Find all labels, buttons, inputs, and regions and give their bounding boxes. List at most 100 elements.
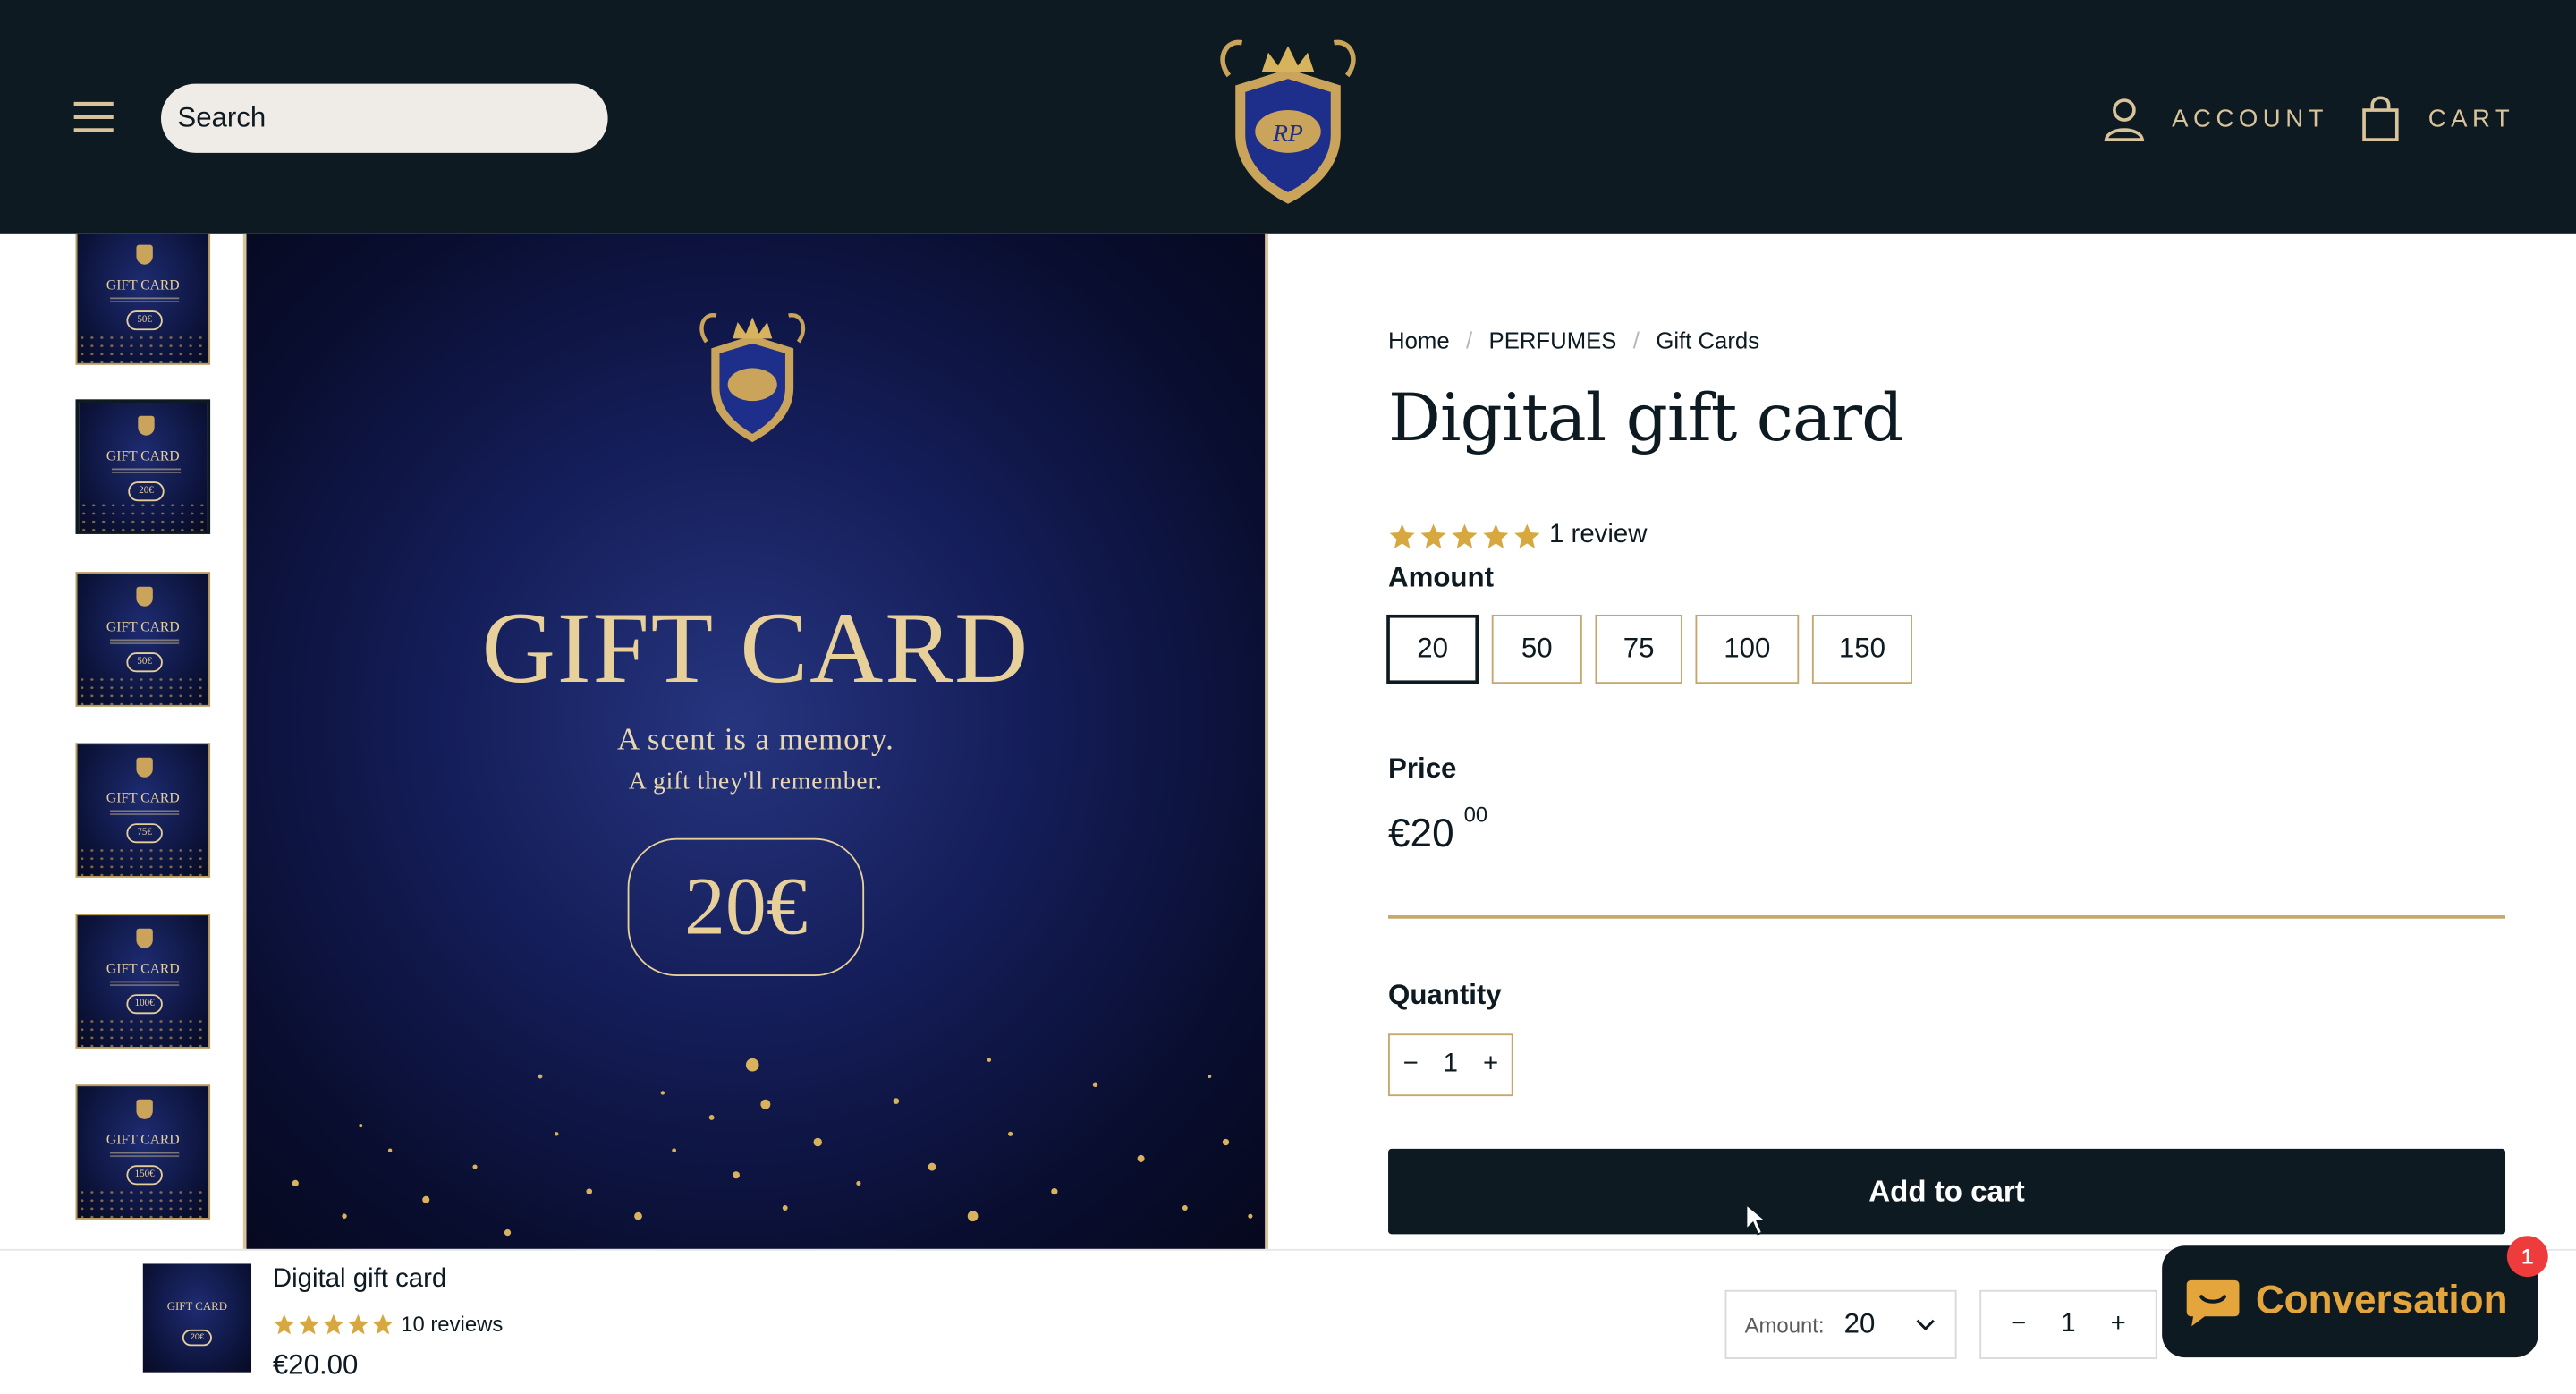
quantity-decrease-button[interactable]: − (1403, 1050, 1419, 1080)
breadcrumb-current[interactable]: Gift Cards (1656, 327, 1759, 353)
star-icon (1483, 523, 1509, 548)
sticky-amount-value: 20 (1843, 1308, 1876, 1339)
gold-dust (77, 1016, 209, 1048)
thumbnail[interactable]: GIFT CARD 75€ (75, 743, 211, 878)
account-label: ACCOUNT (2172, 104, 2328, 132)
quantity-increase-button[interactable]: + (1483, 1050, 1498, 1080)
site-header: RP ACCOUNT CART (0, 0, 2576, 234)
product-price: €20 00 (1388, 802, 1487, 857)
thumbnail-amount: 100€ (126, 994, 163, 1015)
thumbnail-amount: 150€ (126, 1165, 163, 1186)
logo-initials: RP (1272, 119, 1303, 147)
price-main: €20 (1388, 812, 1454, 856)
amount-label: Amount (1388, 562, 1494, 594)
site-logo[interactable]: RP (1213, 26, 1364, 210)
chat-notification-badge: 1 (2506, 1236, 2548, 1278)
product-main-image[interactable]: GIFT CARD A scent is a memory. A gift th… (242, 233, 1268, 1249)
divider (110, 981, 180, 987)
star-icon (372, 1313, 394, 1334)
divider (110, 639, 180, 645)
cart-label: CART (2428, 104, 2515, 132)
sticky-price: €20.00 (272, 1348, 359, 1381)
sticky-review-count[interactable]: 10 reviews (401, 1312, 503, 1337)
account-link[interactable]: ACCOUNT (2103, 92, 2328, 145)
gift-card-title: GIFT CARD (481, 593, 1030, 705)
sticky-quantity-decrease-button[interactable]: − (2011, 1310, 2026, 1339)
thumbnail[interactable]: GIFT CARD 100€ (75, 914, 211, 1049)
sticky-quantity-stepper: − 1 + (1979, 1289, 2157, 1359)
star-icon (298, 1313, 319, 1334)
crest-icon (136, 757, 153, 778)
crest-icon (693, 302, 811, 447)
price-label: Price (1388, 752, 1457, 785)
sticky-quantity-value[interactable]: 1 (2061, 1310, 2075, 1339)
thumbnail-title: GIFT CARD (106, 1130, 180, 1148)
chat-widget-button[interactable]: Conversation (2162, 1245, 2538, 1358)
gold-dust (77, 846, 209, 876)
divider (111, 468, 182, 473)
breadcrumb: Home / PERFUMES / Gift Cards (1388, 327, 1759, 353)
sticky-rating[interactable]: 10 reviews (273, 1312, 503, 1337)
star-icon (347, 1313, 369, 1334)
price-cents: 00 (1463, 802, 1488, 827)
breadcrumb-separator: / (1466, 327, 1473, 353)
sticky-thumb-title: GIFT CARD (166, 1299, 228, 1313)
divider (110, 1152, 180, 1158)
account-icon (2104, 98, 2145, 141)
chat-bubble-icon (2186, 1279, 2240, 1327)
cart-icon (2362, 96, 2399, 141)
amount-option-100[interactable]: 100 (1695, 614, 1800, 684)
thumbnail-title: GIFT CARD (106, 276, 180, 293)
search-icon[interactable] (690, 96, 742, 141)
thumbnail[interactable]: GIFT CARD 150€ (75, 1084, 211, 1220)
amount-option-20[interactable]: 20 (1386, 614, 1479, 684)
crest-icon (136, 928, 153, 948)
thumbnail-amount: 20€ (128, 481, 165, 502)
breadcrumb-home[interactable]: Home (1388, 327, 1450, 353)
sticky-quantity-increase-button[interactable]: + (2111, 1310, 2126, 1339)
amount-option-50[interactable]: 50 (1491, 614, 1582, 684)
divider (110, 297, 180, 302)
product-rating[interactable]: 1 review (1388, 521, 1647, 550)
amount-options: 20 50 75 100 150 (1386, 614, 1912, 684)
crest-icon (138, 415, 155, 436)
thumbnail-title: GIFT CARD (106, 617, 180, 634)
gift-card-subtagline: A gift they'll remember. (628, 769, 883, 795)
quantity-stepper: − 1 + (1388, 1033, 1513, 1097)
quantity-label: Quantity (1388, 979, 1502, 1011)
gift-card-amount: 20€ (627, 837, 865, 977)
review-count-link[interactable]: 1 review (1549, 521, 1647, 550)
thumbnail-amount: 50€ (126, 310, 163, 331)
thumbnail-title: GIFT CARD (106, 959, 180, 977)
star-icon (1389, 523, 1415, 548)
gift-card-tagline: A scent is a memory. (617, 723, 894, 758)
thumbnail[interactable]: GIFT CARD 20€ (75, 399, 211, 534)
thumbnail-amount: 75€ (126, 823, 163, 844)
amount-option-150[interactable]: 150 (1811, 614, 1912, 684)
divider (1388, 915, 2506, 918)
sticky-product-name: Digital gift card (272, 1265, 447, 1294)
mouse-cursor-icon (1745, 1203, 1768, 1236)
thumbnail-title: GIFT CARD (106, 446, 180, 463)
crest-icon (136, 244, 153, 265)
gold-dust (79, 501, 208, 531)
star-icon (1420, 523, 1446, 548)
breadcrumb-category[interactable]: PERFUMES (1489, 327, 1617, 353)
star-icon (274, 1313, 295, 1334)
gold-dust (77, 675, 209, 705)
thumbnail[interactable]: GIFT CARD 50€ (75, 233, 211, 365)
crest-icon (136, 1099, 153, 1119)
thumbnail[interactable]: GIFT CARD 50€ (75, 572, 211, 707)
amount-option-75[interactable]: 75 (1595, 614, 1682, 684)
quantity-value[interactable]: 1 (1444, 1050, 1458, 1080)
thumbnail-gallery: GIFT CARD 50€ GIFT CARD 20€ GIFT CARD 50… (0, 233, 243, 1249)
sticky-product-thumbnail: GIFT CARD 20€ (142, 1263, 252, 1373)
cart-link[interactable]: CART (2360, 92, 2515, 145)
chevron-down-icon (1916, 1319, 1935, 1331)
star-icon (1514, 523, 1540, 548)
menu-icon[interactable] (72, 96, 118, 139)
add-to-cart-button[interactable]: Add to cart (1388, 1148, 2506, 1235)
search-input[interactable] (177, 83, 523, 153)
search-box (161, 83, 737, 153)
sticky-amount-select[interactable]: Amount: 20 (1724, 1289, 1957, 1359)
